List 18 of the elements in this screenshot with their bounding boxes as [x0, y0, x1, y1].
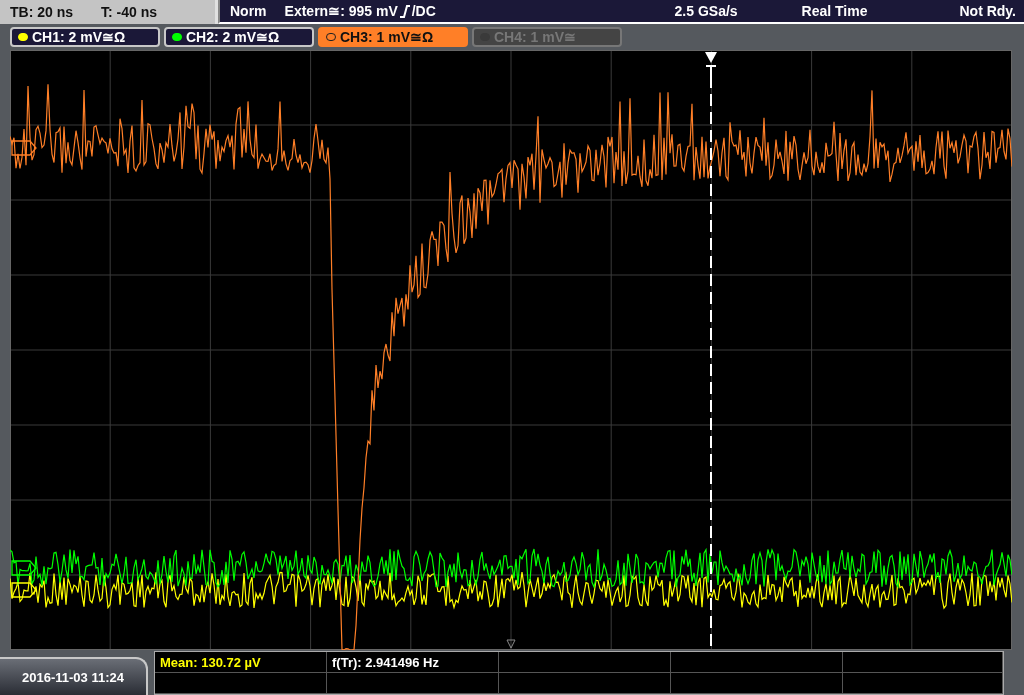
coupling-label: /DC	[411, 3, 436, 19]
trigger-mode-label: Norm	[230, 3, 267, 19]
ready-state-label: Not Rdy.	[959, 3, 1016, 19]
channel-tab[interactable]: CH1: 2 mV≅Ω	[10, 27, 160, 47]
measurement-cell: f(Tr): 2.941496 Hz	[327, 652, 499, 673]
channel-marker-icon[interactable]	[11, 140, 37, 156]
channel-tab[interactable]: CH3: 1 mV≅Ω	[318, 27, 468, 47]
acquisition-label: Real Time	[801, 3, 868, 19]
channel-tab[interactable]: CH2: 2 mV≅Ω	[164, 27, 314, 47]
date-time-label: 2016-11-03 11:24	[22, 669, 124, 685]
rising-edge-icon	[399, 4, 410, 18]
trigger-source-label: Extern≅: 995 mV	[284, 3, 398, 19]
sample-rate-label: 2.5 GSa/s	[674, 3, 738, 19]
timebase-label: TB: 20 ns	[10, 4, 73, 20]
measurement-cell: Mean: 130.72 µV	[155, 652, 327, 673]
trigger-marker-icon[interactable]	[705, 52, 717, 78]
trigger-time-label: T: -40 ns	[101, 4, 158, 20]
center-marker-icon	[506, 639, 516, 649]
